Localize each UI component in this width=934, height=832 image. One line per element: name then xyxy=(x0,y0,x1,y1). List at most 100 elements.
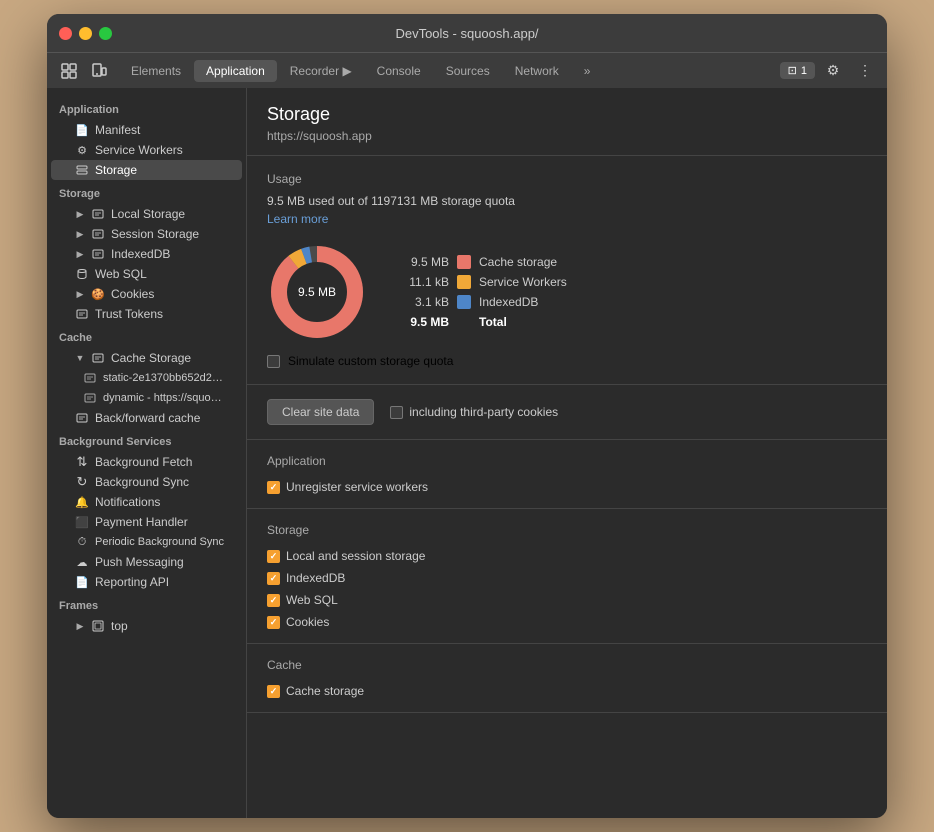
sidebar-item-cookies[interactable]: ▶ 🍪 Cookies xyxy=(51,284,242,304)
sidebar-item-back-forward-cache[interactable]: Back/forward cache xyxy=(51,408,242,428)
sidebar-item-indexeddb[interactable]: ▶ IndexedDB xyxy=(51,244,242,264)
legend-row-total: 9.5 MB Total xyxy=(399,315,567,329)
sidebar-item-periodic-background-sync[interactable]: ⏱ Periodic Background Sync xyxy=(51,532,242,552)
indexeddb-checkbox[interactable] xyxy=(267,572,280,585)
chart-area: 9.5 MB 9.5 MB Cache storage 11.1 kB Serv… xyxy=(267,242,867,342)
web-sql-checkbox[interactable] xyxy=(267,594,280,607)
indexeddb-icon xyxy=(91,247,105,261)
sidebar-item-frames-top[interactable]: ▶ top xyxy=(51,616,242,636)
third-party-cookies-checkbox[interactable] xyxy=(390,406,403,419)
back-forward-cache-icon xyxy=(75,411,89,425)
legend-color-cache xyxy=(457,255,471,269)
sidebar-item-label-background-fetch: Background Fetch xyxy=(95,455,192,469)
cache-static-icon xyxy=(83,371,97,385)
cookies-item: Cookies xyxy=(267,615,867,629)
sidebar-item-cache-storage[interactable]: ▼ Cache Storage xyxy=(51,348,242,368)
tab-more[interactable]: » xyxy=(572,60,603,82)
web-sql-item: Web SQL xyxy=(267,593,867,607)
sidebar-item-label-payment-handler: Payment Handler xyxy=(95,515,188,529)
notifications-icon: 🔔 xyxy=(75,495,89,509)
expand-arrow-session-storage: ▶ xyxy=(75,229,85,239)
expand-arrow-local-storage: ▶ xyxy=(75,209,85,219)
legend-value-idb: 3.1 kB xyxy=(399,295,449,309)
device-icon[interactable] xyxy=(85,57,113,85)
sidebar-item-label-trust-tokens: Trust Tokens xyxy=(95,307,163,321)
background-fetch-icon: ⇅ xyxy=(75,455,89,469)
sidebar-item-web-sql[interactable]: Web SQL xyxy=(51,264,242,284)
titlebar: DevTools - squoosh.app/ xyxy=(47,14,887,52)
sidebar-item-background-fetch[interactable]: ⇅ Background Fetch xyxy=(51,452,242,472)
web-sql-label: Web SQL xyxy=(286,593,338,607)
legend-row-cache: 9.5 MB Cache storage xyxy=(399,255,567,269)
tab-elements[interactable]: Elements xyxy=(119,60,193,82)
legend-label-sw: Service Workers xyxy=(479,275,567,289)
periodic-background-sync-icon: ⏱ xyxy=(75,535,89,549)
background-sync-icon: ↻ xyxy=(75,475,89,489)
sidebar-item-label-periodic-background-sync: Periodic Background Sync xyxy=(95,536,224,548)
cache-storage-item: Cache storage xyxy=(267,684,867,698)
sidebar: Application 📄 Manifest ⚙ Service Workers… xyxy=(47,88,247,818)
local-session-checkbox[interactable] xyxy=(267,550,280,563)
cache-checkboxes-label: Cache xyxy=(267,658,867,672)
sidebar-item-label-service-workers: Service Workers xyxy=(95,143,183,157)
expand-arrow-cookies: ▶ xyxy=(75,289,85,299)
cache-storage-icon xyxy=(91,351,105,365)
sidebar-item-payment-handler[interactable]: ⬛ Payment Handler xyxy=(51,512,242,532)
sidebar-item-service-workers[interactable]: ⚙ Service Workers xyxy=(51,140,242,160)
sidebar-section-storage: Storage xyxy=(47,180,246,204)
local-session-item: Local and session storage xyxy=(267,549,867,563)
frames-top-icon xyxy=(91,619,105,633)
legend-row-sw: 11.1 kB Service Workers xyxy=(399,275,567,289)
cookies-icon: 🍪 xyxy=(91,287,105,301)
sidebar-item-push-messaging[interactable]: ☁ Push Messaging xyxy=(51,552,242,572)
donut-center-label: 9.5 MB xyxy=(298,285,336,299)
tab-sources[interactable]: Sources xyxy=(434,60,502,82)
application-checkboxes-section: Application Unregister service workers xyxy=(247,440,887,509)
sidebar-item-cache-dynamic[interactable]: dynamic - https://squoosh… xyxy=(51,388,242,408)
sidebar-item-session-storage[interactable]: ▶ Session Storage xyxy=(51,224,242,244)
unregister-sw-item: Unregister service workers xyxy=(267,480,867,494)
legend-value-cache: 9.5 MB xyxy=(399,255,449,269)
sidebar-item-label-cookies: Cookies xyxy=(111,287,154,301)
tab-network[interactable]: Network xyxy=(503,60,571,82)
simulate-checkbox[interactable] xyxy=(267,355,280,368)
cache-storage-checkbox[interactable] xyxy=(267,685,280,698)
toolbar: Elements Application Recorder ▶ Console … xyxy=(47,52,887,88)
legend-color-total xyxy=(457,315,471,329)
expand-arrow-cache-storage: ▼ xyxy=(75,353,85,363)
legend-label-total: Total xyxy=(479,315,507,329)
indexeddb-item: IndexedDB xyxy=(267,571,867,585)
tab-recorder[interactable]: Recorder ▶ xyxy=(278,60,364,82)
console-badge[interactable]: ⊡ 1 xyxy=(780,62,815,79)
clear-site-data-button[interactable]: Clear site data xyxy=(267,399,374,425)
tab-application[interactable]: Application xyxy=(194,60,277,82)
third-party-cookies-checkbox-item: including third-party cookies xyxy=(390,405,558,419)
expand-arrow-frames-top: ▶ xyxy=(75,621,85,631)
sidebar-item-label-push-messaging: Push Messaging xyxy=(95,555,184,569)
usage-section: Usage 9.5 MB used out of 1197131 MB stor… xyxy=(247,156,887,385)
sidebar-item-notifications[interactable]: 🔔 Notifications xyxy=(51,492,242,512)
inspect-icon[interactable] xyxy=(55,57,83,85)
close-button[interactable] xyxy=(59,27,72,40)
sidebar-item-trust-tokens[interactable]: Trust Tokens xyxy=(51,304,242,324)
settings-icon[interactable]: ⚙ xyxy=(819,57,847,85)
learn-more-link[interactable]: Learn more xyxy=(267,212,328,226)
legend-label-cache: Cache storage xyxy=(479,255,557,269)
sidebar-item-manifest[interactable]: 📄 Manifest xyxy=(51,120,242,140)
unregister-sw-checkbox[interactable] xyxy=(267,481,280,494)
cookies-checkbox[interactable] xyxy=(267,616,280,629)
cookies-label: Cookies xyxy=(286,615,329,629)
sidebar-item-label-storage: Storage xyxy=(95,163,137,177)
sidebar-item-reporting-api[interactable]: 📄 Reporting API xyxy=(51,572,242,592)
sidebar-item-local-storage[interactable]: ▶ Local Storage xyxy=(51,204,242,224)
sidebar-item-cache-static[interactable]: static-2e1370bb652d2e7e… xyxy=(51,368,242,388)
unregister-sw-label: Unregister service workers xyxy=(286,480,428,494)
tab-console[interactable]: Console xyxy=(365,60,433,82)
maximize-button[interactable] xyxy=(99,27,112,40)
more-options-icon[interactable]: ⋮ xyxy=(851,57,879,85)
usage-label: Usage xyxy=(267,172,867,186)
sidebar-item-storage[interactable]: Storage xyxy=(51,160,242,180)
sidebar-item-background-sync[interactable]: ↻ Background Sync xyxy=(51,472,242,492)
minimize-button[interactable] xyxy=(79,27,92,40)
sidebar-item-label-web-sql: Web SQL xyxy=(95,267,147,281)
